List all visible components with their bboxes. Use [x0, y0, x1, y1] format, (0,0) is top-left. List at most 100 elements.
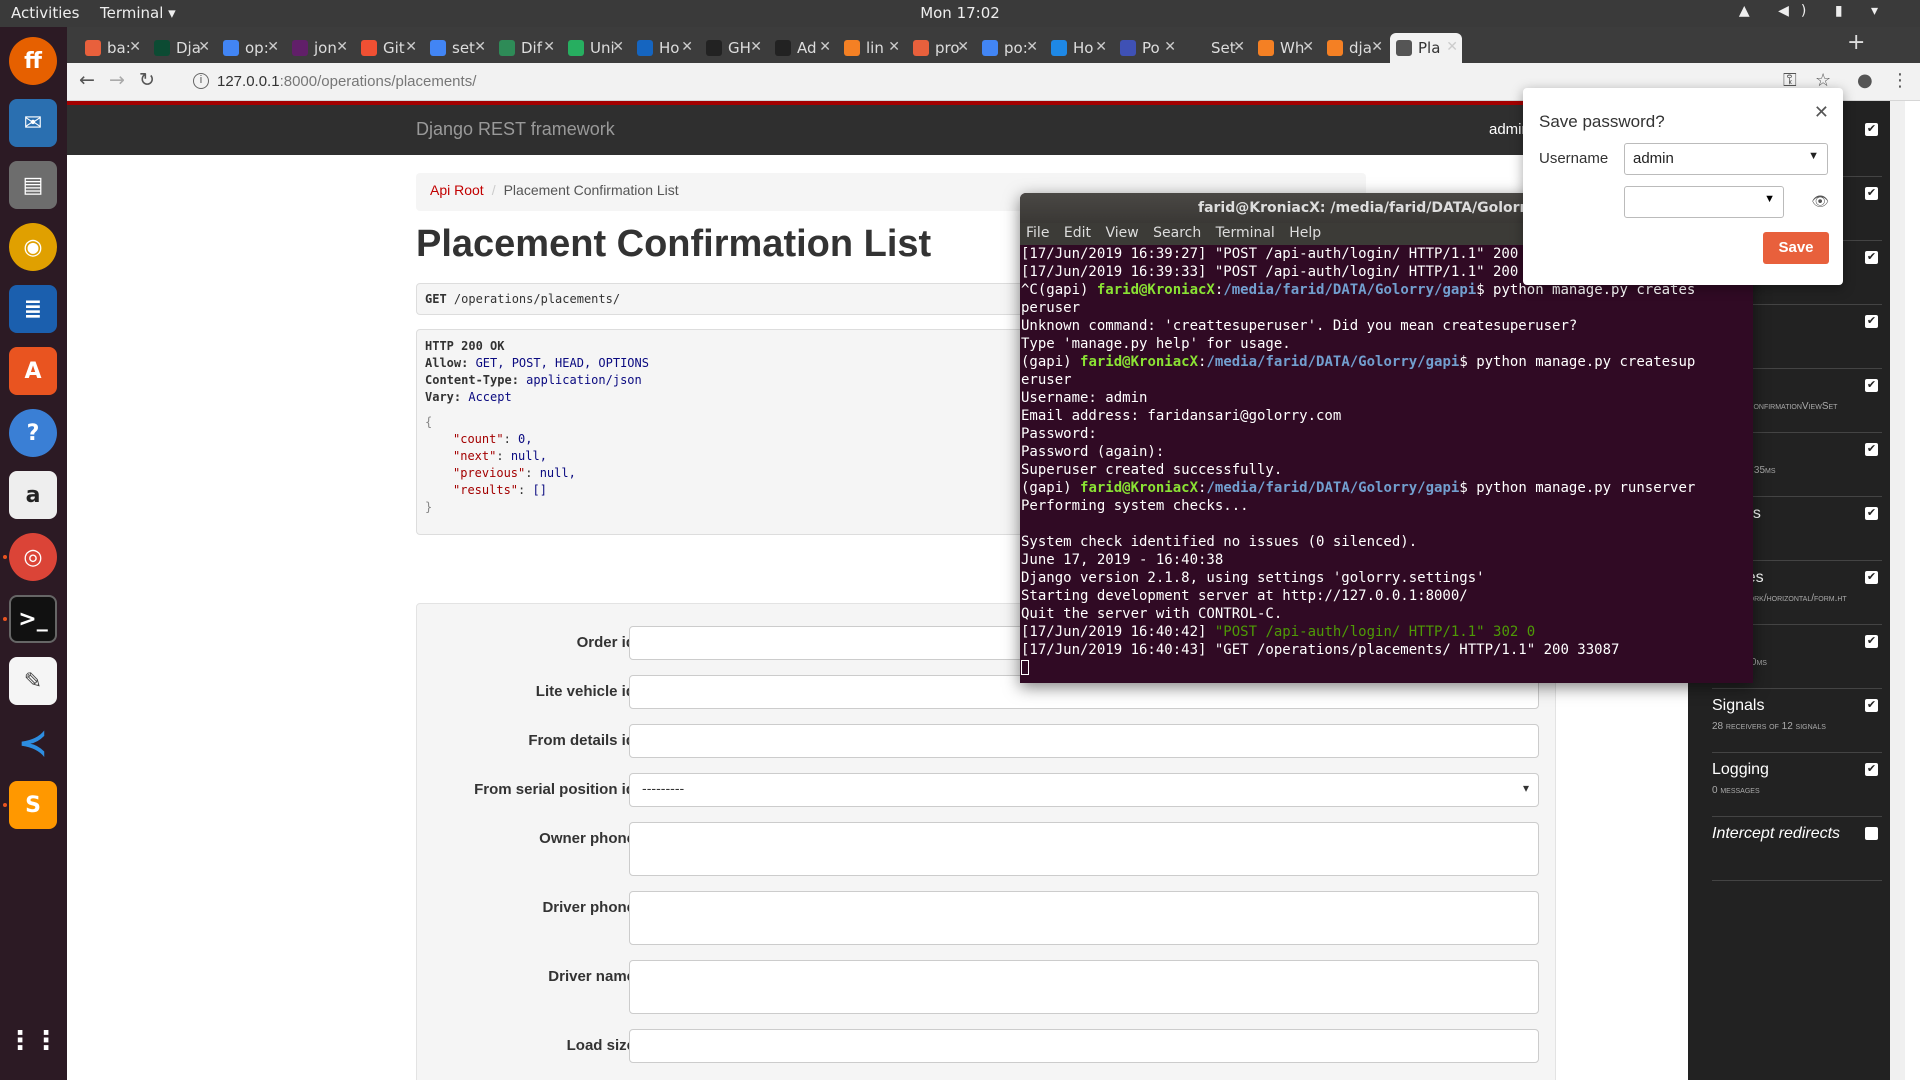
close-tab-icon[interactable]: ✕: [474, 39, 486, 55]
activities-button[interactable]: Activities: [11, 4, 79, 22]
firefox-icon[interactable]: ff: [9, 37, 57, 85]
back-icon[interactable]: ←: [79, 69, 95, 91]
browser-tab[interactable]: Pla ✕: [1390, 33, 1462, 63]
close-tab-icon[interactable]: ✕: [543, 39, 555, 55]
chevron-down-icon[interactable]: ▼: [1808, 150, 1819, 162]
form-input[interactable]: [629, 960, 1539, 1014]
breadcrumb-api-root[interactable]: Api Root: [430, 182, 484, 198]
show-apps-icon[interactable]: ⋮⋮: [7, 1017, 59, 1065]
close-tab-icon[interactable]: ✕: [336, 39, 348, 55]
reload-icon[interactable]: ↻: [139, 69, 155, 91]
password-field[interactable]: ▼: [1624, 186, 1784, 218]
thunderbird-icon[interactable]: ✉: [9, 99, 57, 147]
ddt-toggle-checkbox[interactable]: ✔: [1865, 379, 1878, 392]
close-icon[interactable]: ✕: [1814, 102, 1829, 123]
page-scrollbar[interactable]: [1890, 101, 1905, 1080]
ddt-toggle-checkbox[interactable]: ✔: [1865, 443, 1878, 456]
ddt-toggle-checkbox[interactable]: ✔: [1865, 699, 1878, 712]
ddt-panel[interactable]: Logging 0 messages ✔: [1712, 761, 1882, 817]
browser-tab[interactable]: jon ✕: [286, 33, 352, 63]
browser-tab[interactable]: lin ✕: [838, 33, 904, 63]
ddt-toggle-checkbox[interactable]: ✔: [1865, 251, 1878, 264]
ddt-toggle-checkbox[interactable]: ✔: [1865, 507, 1878, 520]
close-tab-icon[interactable]: ✕: [888, 39, 900, 55]
browser-tab[interactable]: Git ✕: [355, 33, 421, 63]
browser-tab[interactable]: Ho ✕: [1045, 33, 1111, 63]
terminal-output[interactable]: [17/Jun/2019 16:39:27] "POST /api-auth/l…: [1020, 245, 1753, 675]
username-field[interactable]: admin ▼: [1624, 143, 1828, 175]
system-tray[interactable]: ▲ ◀) ▮ ▾: [1739, 3, 1890, 19]
tab-label: Po: [1142, 39, 1160, 57]
serial-position-select[interactable]: ---------: [629, 773, 1539, 807]
info-icon[interactable]: i: [193, 73, 209, 89]
browser-tab[interactable]: set ✕: [424, 33, 490, 63]
close-tab-icon[interactable]: ✕: [198, 39, 210, 55]
clock[interactable]: Mon 17:02: [920, 4, 1000, 22]
form-input[interactable]: [629, 891, 1539, 945]
text-editor-icon[interactable]: ✎: [9, 657, 57, 705]
ddt-toggle-checkbox[interactable]: ✔: [1865, 315, 1878, 328]
app-menu[interactable]: Terminal ▾: [100, 4, 176, 22]
close-tab-icon[interactable]: ✕: [819, 39, 831, 55]
close-tab-icon[interactable]: ✕: [750, 39, 762, 55]
vscode-icon[interactable]: ≺: [9, 719, 57, 767]
form-input[interactable]: [629, 724, 1539, 758]
software-center-icon[interactable]: A: [9, 347, 57, 395]
browser-tab[interactable]: GH ✕: [700, 33, 766, 63]
save-button[interactable]: Save: [1763, 232, 1829, 264]
rhythmbox-icon[interactable]: ◉: [9, 223, 57, 271]
browser-tab[interactable]: ba: ✕: [79, 33, 145, 63]
ddt-panel[interactable]: Signals 28 receivers of 12 signals ✔: [1712, 697, 1882, 753]
chevron-down-icon[interactable]: ▼: [1764, 193, 1775, 205]
browser-tab[interactable]: op: ✕: [217, 33, 283, 63]
browser-tab[interactable]: Dja ✕: [148, 33, 214, 63]
close-tab-icon[interactable]: ✕: [267, 39, 279, 55]
browser-tab[interactable]: Wh ✕: [1252, 33, 1318, 63]
new-tab-button[interactable]: +: [1847, 30, 1865, 55]
close-tab-icon[interactable]: ✕: [405, 39, 417, 55]
close-tab-icon[interactable]: ✕: [1095, 39, 1107, 55]
menu-icon[interactable]: ⋮: [1891, 70, 1909, 91]
close-tab-icon[interactable]: ✕: [129, 39, 141, 55]
show-password-icon[interactable]: 👁: [1811, 193, 1829, 210]
writer-icon[interactable]: ≣: [9, 285, 57, 333]
drf-brand[interactable]: Django REST framework: [416, 119, 615, 140]
help-icon[interactable]: ?: [9, 409, 57, 457]
form-input[interactable]: [629, 822, 1539, 876]
sublime-icon[interactable]: S: [9, 781, 57, 829]
browser-tab[interactable]: po: ✕: [976, 33, 1042, 63]
ddt-toggle-checkbox[interactable]: ✔: [1865, 571, 1878, 584]
forward-icon[interactable]: →: [109, 69, 125, 91]
browser-tab[interactable]: dja ✕: [1321, 33, 1387, 63]
close-tab-icon[interactable]: ✕: [1302, 39, 1314, 55]
close-tab-icon[interactable]: ✕: [1446, 39, 1458, 55]
ddt-toggle-checkbox[interactable]: ✔: [1865, 763, 1878, 776]
chevron-down-icon[interactable]: ▾: [1523, 781, 1529, 795]
line-text: Email address: faridansari@golorry.com: [1021, 408, 1342, 424]
close-tab-icon[interactable]: ✕: [957, 39, 969, 55]
profile-icon[interactable]: ●: [1857, 70, 1873, 91]
ddt-panel[interactable]: Intercept redirects: [1712, 825, 1882, 881]
browser-tab[interactable]: Uni ✕: [562, 33, 628, 63]
ddt-toggle-checkbox[interactable]: ✔: [1865, 635, 1878, 648]
close-tab-icon[interactable]: ✕: [1026, 39, 1038, 55]
ddt-toggle-checkbox[interactable]: [1865, 827, 1878, 840]
amazon-icon[interactable]: a: [9, 471, 57, 519]
browser-tab[interactable]: Ad ✕: [769, 33, 835, 63]
browser-tab[interactable]: Po ✕: [1114, 33, 1180, 63]
terminal-icon[interactable]: >_: [9, 595, 57, 643]
close-tab-icon[interactable]: ✕: [1164, 39, 1176, 55]
ddt-toggle-checkbox[interactable]: ✔: [1865, 187, 1878, 200]
browser-tab[interactable]: pro ✕: [907, 33, 973, 63]
browser-tab[interactable]: Dif ✕: [493, 33, 559, 63]
ddt-toggle-checkbox[interactable]: ✔: [1865, 123, 1878, 136]
form-input[interactable]: [629, 1029, 1539, 1063]
browser-tab[interactable]: Ho ✕: [631, 33, 697, 63]
close-tab-icon[interactable]: ✕: [1233, 39, 1245, 55]
close-tab-icon[interactable]: ✕: [1371, 39, 1383, 55]
close-tab-icon[interactable]: ✕: [612, 39, 624, 55]
chrome-icon[interactable]: ◎: [9, 533, 57, 581]
files-icon[interactable]: ▤: [9, 161, 57, 209]
browser-tab[interactable]: Set ✕: [1183, 33, 1249, 63]
close-tab-icon[interactable]: ✕: [681, 39, 693, 55]
